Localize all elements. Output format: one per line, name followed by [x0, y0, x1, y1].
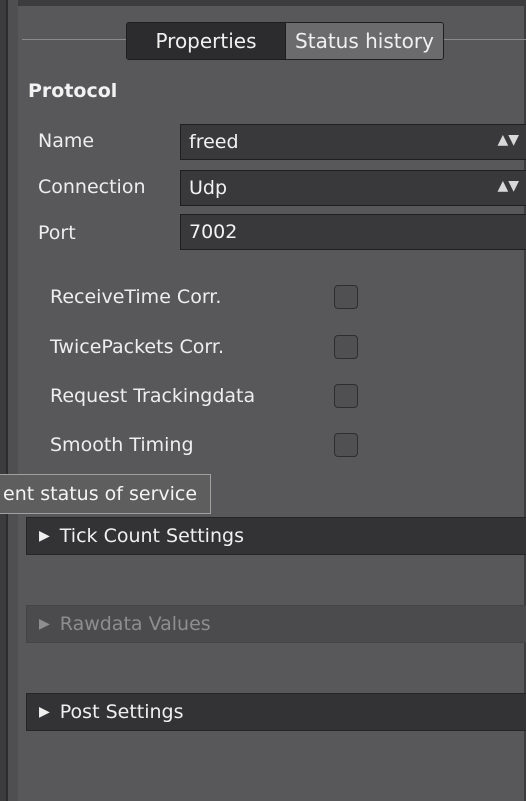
name-select[interactable]: freed ▲▼ [180, 124, 526, 160]
request-trackingdata-label: Request Trackingdata [50, 385, 256, 407]
tab-properties[interactable]: Properties [127, 23, 285, 59]
status-tooltip: ent status of service [0, 474, 211, 514]
expander-label: Rawdata Values [59, 613, 211, 635]
smooth-timing-checkbox[interactable] [334, 433, 358, 457]
twicepackets-corr-checkbox[interactable] [334, 335, 358, 359]
port-input[interactable]: 7002 [180, 214, 526, 250]
protocol-heading: Protocol [28, 80, 118, 102]
expander-label: Tick Count Settings [59, 525, 244, 547]
triangle-right-icon: ▶ [39, 528, 50, 544]
connection-label: Connection [38, 176, 146, 198]
rawdata-values-expander: ▶ Rawdata Values [26, 605, 526, 643]
port-value: 7002 [189, 221, 238, 243]
tab-status-history[interactable]: Status history [285, 23, 443, 59]
tab-bar: Properties Status history [126, 22, 444, 60]
connection-value: Udp [189, 177, 228, 199]
port-label: Port [38, 222, 76, 244]
receivetime-corr-label: ReceiveTime Corr. [50, 286, 222, 308]
expander-label: Post Settings [59, 701, 184, 723]
receivetime-corr-checkbox[interactable] [334, 285, 358, 309]
panel-left-edge [6, 0, 18, 801]
connection-select[interactable]: Udp ▲▼ [180, 170, 526, 206]
window-top-border [0, 0, 526, 6]
tick-count-settings-expander[interactable]: ▶ Tick Count Settings [26, 517, 526, 555]
triangle-right-icon: ▶ [39, 616, 50, 632]
triangle-right-icon: ▶ [39, 704, 50, 720]
request-trackingdata-checkbox[interactable] [334, 384, 358, 408]
smooth-timing-label: Smooth Timing [50, 434, 194, 456]
up-down-arrow-icon[interactable]: ▲▼ [497, 178, 519, 194]
name-label: Name [38, 130, 95, 152]
up-down-arrow-icon[interactable]: ▲▼ [497, 132, 519, 148]
name-value: freed [189, 131, 239, 153]
post-settings-expander[interactable]: ▶ Post Settings [26, 693, 526, 731]
twicepackets-corr-label: TwicePackets Corr. [50, 336, 224, 358]
